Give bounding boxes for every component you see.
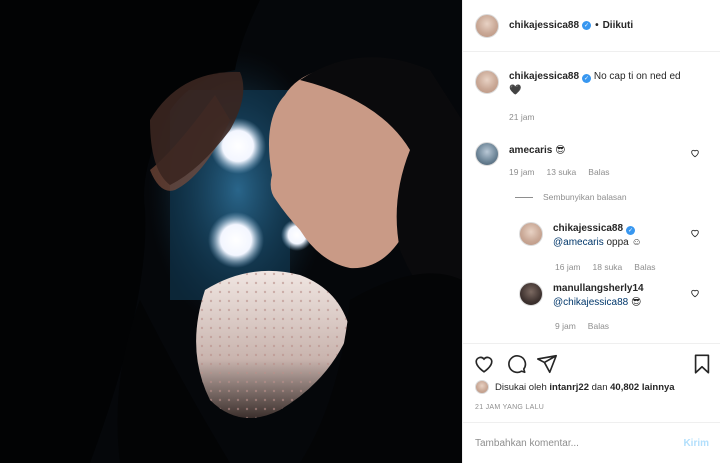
author-avatar[interactable] (475, 13, 499, 38)
reply-time[interactable]: 16 jam (555, 262, 581, 272)
caption-emoji: 🖤 (509, 85, 522, 96)
reply-reply-button[interactable]: Balas (588, 321, 609, 331)
caption-meta: 21 jam (509, 112, 535, 122)
comment-bubble-icon[interactable] (505, 353, 527, 375)
likes-prefix: Disukai oleh (495, 381, 547, 393)
comment-reply-button[interactable]: Balas (588, 167, 609, 177)
liker-username[interactable]: intanrj22 (549, 382, 589, 393)
comment-likes[interactable]: 13 suka (547, 167, 577, 177)
post-header: chikajessica88 ✓ • Diikuti (463, 0, 720, 52)
reply-meta: 16 jam 18 suka Balas (555, 262, 656, 272)
reply: chikajessica88 ✓ @amecaris oppa ☺ (519, 222, 709, 250)
comment-time[interactable]: 19 jam (509, 167, 535, 177)
comment-meta: 19 jam 13 suka Balas (509, 167, 610, 177)
post-photo[interactable] (0, 0, 462, 463)
heart-icon[interactable] (690, 148, 700, 158)
liker-avatar[interactable] (475, 380, 489, 394)
action-bar (463, 343, 720, 383)
commenter-avatar[interactable] (475, 142, 499, 166)
verified-badge-icon: ✓ (582, 21, 592, 30)
caption-text: No cap ti on ned ed (593, 71, 681, 82)
reply-text: 😎 (630, 297, 642, 308)
comment: amecaris 😎 (475, 142, 711, 166)
reply-username[interactable]: chikajessica88 (553, 223, 623, 234)
reply: manullangsherly14 @chikajessica88 😎 (519, 282, 709, 310)
share-send-icon[interactable] (536, 353, 558, 375)
follow-status-button[interactable]: Diikuti (603, 20, 634, 31)
reply-meta: 9 jam Balas (555, 321, 609, 331)
post-comment-button[interactable]: Kirim (683, 438, 709, 449)
comment-username[interactable]: amecaris (509, 145, 552, 156)
likes-summary: Disukai oleh intanrj22 dan 40,802 lainny… (475, 380, 675, 394)
author-username[interactable]: chikajessica88 (509, 20, 579, 31)
reply-mention[interactable]: @chikajessica88 (553, 297, 628, 308)
like-heart-icon[interactable] (473, 353, 495, 375)
caption-avatar[interactable] (475, 70, 499, 94)
reply-text: oppa ☺ (606, 237, 642, 248)
hide-replies-label: Sembunyikan balasan (543, 192, 627, 202)
verified-badge-icon: ✓ (626, 226, 636, 235)
caption: chikajessica88 ✓ No cap ti on ned ed 🖤 (475, 70, 711, 98)
reply-likes[interactable]: 18 suka (593, 262, 623, 272)
post-sidebar: chikajessica88 ✓ • Diikuti chikajessica8… (462, 0, 720, 463)
verified-badge-icon: ✓ (582, 74, 592, 83)
heart-icon[interactable] (690, 228, 700, 238)
comment-input[interactable] (475, 437, 684, 449)
comment-text: 😎 (555, 145, 566, 156)
post-timestamp[interactable]: 21 JAM YANG LALU (475, 404, 544, 411)
reply-avatar[interactable] (519, 222, 543, 246)
reply-avatar[interactable] (519, 282, 543, 306)
instagram-post: chikajessica88 ✓ • Diikuti chikajessica8… (0, 0, 720, 463)
reply-reply-button[interactable]: Balas (634, 262, 655, 272)
heart-icon[interactable] (690, 288, 700, 298)
bookmark-icon[interactable] (691, 353, 713, 375)
reply-username[interactable]: manullangsherly14 (553, 283, 644, 294)
likes-mid: dan (591, 381, 608, 393)
reply-mention[interactable]: @amecaris (553, 237, 604, 248)
add-comment-bar: Kirim (463, 422, 720, 463)
follow-separator: • (595, 20, 599, 31)
caption-time[interactable]: 21 jam (509, 112, 535, 122)
couple-silhouette-photo (0, 0, 462, 463)
divider-line (515, 196, 533, 198)
reply-time[interactable]: 9 jam (555, 321, 576, 331)
likes-count[interactable]: 40,802 lainnya (610, 382, 674, 393)
hide-replies-button[interactable]: Sembunyikan balasan (515, 192, 627, 202)
caption-username[interactable]: chikajessica88 (509, 71, 579, 82)
